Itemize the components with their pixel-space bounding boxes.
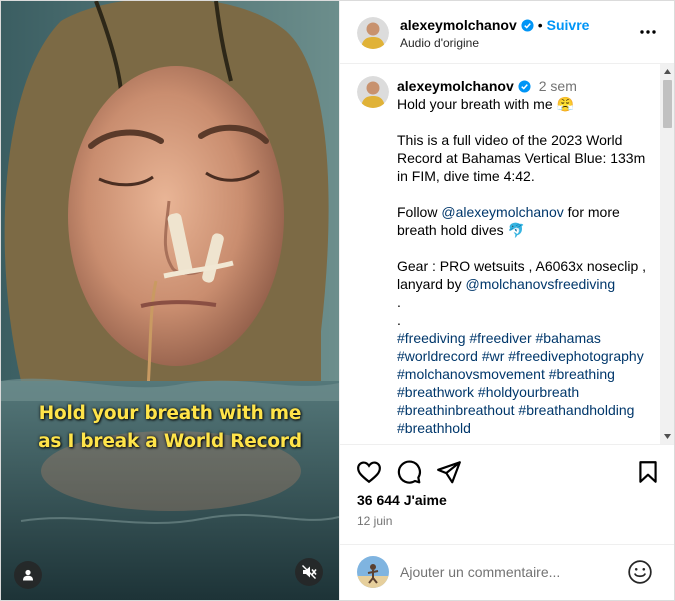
caption-line: This is a full video of the 2023 World R… [397,132,646,184]
scroll-down-button[interactable] [660,429,674,444]
save-icon[interactable] [635,459,661,485]
post-date[interactable]: 12 juin [357,514,392,528]
scroll-up-button[interactable] [660,64,674,79]
share-icon[interactable] [436,459,462,485]
caption-line: Gear : PRO wetsuits , A6063x noseclip , … [397,257,659,293]
current-user-avatar [357,556,389,588]
verified-badge-icon [518,79,531,93]
author-line: alexeymolchanov • Suivre [400,17,589,33]
video-player[interactable]: Hold your breath with me as I break a Wo… [1,1,339,600]
author-avatar[interactable] [357,17,389,49]
audio-label[interactable]: Audio d'origine [400,36,479,50]
mute-button[interactable] [295,558,323,586]
follow-button[interactable]: Suivre [547,17,590,33]
user-tag-icon [23,569,33,581]
more-options-icon[interactable] [639,23,657,41]
caption-author-avatar[interactable] [357,76,389,108]
caption-body: alexeymolchanov 2 sem Hold your breath w… [397,77,659,437]
mention-link[interactable]: @alexeymolchanov [441,204,563,220]
caption-text-span: Follow [397,204,442,220]
caption-line: Hold your breath with me 😤 [397,96,574,112]
caption-dot: . [397,294,401,310]
caption-text: Hold your breath with me 😤 This is a ful… [397,95,659,437]
caption-avatar-image [357,76,389,108]
mute-icon [302,565,317,579]
likes-count[interactable]: 36 644 J'aime [357,492,447,508]
caption-dot: . [397,312,401,328]
comments-scrollbar[interactable] [660,64,674,444]
add-comment-bar [340,544,674,600]
video-caption-line-2: as I break a World Record [38,431,302,452]
scroll-down-icon [664,434,671,439]
author-avatar-image [357,17,389,49]
caption-time[interactable]: 2 sem [539,77,577,95]
comment-input[interactable] [400,561,620,583]
comments-area: alexeymolchanov 2 sem Hold your breath w… [340,64,660,444]
scrollbar-thumb[interactable] [663,80,672,128]
author-username[interactable]: alexeymolchanov [400,17,517,33]
video-frame [1,1,339,600]
mention-link[interactable]: @molchanovsfreediving [465,276,615,292]
post-dialog: Hold your breath with me as I break a Wo… [0,0,675,601]
caption-line: Follow @alexeymolchanov for more breath … [397,203,659,239]
post-actions: 36 644 J'aime 12 juin [340,444,674,555]
caption-header: alexeymolchanov 2 sem [397,77,659,95]
hashtags[interactable]: #freediving #freediver #bahamas #worldre… [397,329,659,437]
emoji-icon[interactable] [627,559,653,585]
header-separator: • [537,17,543,33]
post-panel: alexeymolchanov • Suivre Audio d'origine [339,1,674,600]
comment-icon[interactable] [396,459,422,485]
heart-icon[interactable] [356,459,382,485]
tagged-users-button[interactable] [14,561,42,589]
current-user-avatar-image [357,556,389,588]
video-caption-line-1: Hold your breath with me [38,403,302,424]
verified-badge-icon [521,18,534,32]
post-header: alexeymolchanov • Suivre Audio d'origine [340,1,674,64]
scroll-up-icon [664,69,671,74]
caption-username[interactable]: alexeymolchanov [397,77,514,95]
